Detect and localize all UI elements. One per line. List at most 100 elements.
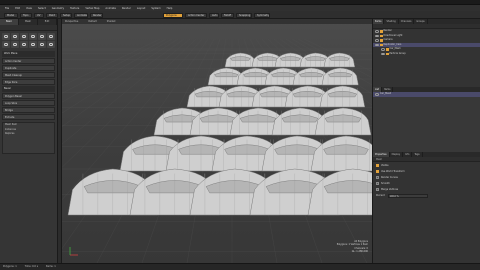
visibility-eye-icon[interactable]	[375, 30, 379, 33]
menu-item-vertex-map[interactable]: Vertex Map	[82, 7, 102, 10]
tree-row[interactable]: Particle Group	[373, 52, 480, 57]
property-checkbox[interactable]	[376, 170, 379, 173]
tool-button[interactable]	[38, 33, 46, 40]
menu-item-edit[interactable]: Edit	[12, 7, 23, 10]
left-panel-list[interactable]: Mesh Item Instances Replicas	[2, 122, 55, 154]
toolbar-button-render[interactable]: Render	[90, 12, 103, 18]
tool-icon	[40, 42, 44, 47]
tool-icon	[4, 42, 8, 47]
left-panel-tabs: Basic Mesh Edit	[0, 19, 57, 25]
visibility-eye-icon[interactable]	[375, 93, 379, 96]
tool-button[interactable]	[29, 41, 37, 48]
tab-shading[interactable]: Shading	[384, 19, 399, 24]
toolbar-button-model[interactable]: Model	[4, 12, 18, 18]
property-checkbox[interactable]	[376, 176, 379, 179]
car-mesh-instance[interactable]	[321, 67, 359, 86]
toolbar-button-paint[interactable]: Paint	[46, 12, 58, 18]
car-mesh-instance[interactable]	[314, 107, 372, 136]
toolbar-button-uv[interactable]: UV	[34, 12, 44, 18]
menu-item-file[interactable]: File	[2, 7, 12, 10]
toolbar-button-polygons[interactable]: Polygons	[163, 12, 183, 18]
item-color-swatch	[380, 39, 383, 42]
visibility-eye-icon[interactable]	[375, 43, 379, 46]
toolbar-button-auto[interactable]: Auto	[209, 12, 219, 18]
tool-rows: Work Plane Action Center Duplicate Mesh Cle…	[0, 51, 57, 120]
tool-row-loop-slice[interactable]: Loop Slice	[2, 100, 55, 106]
tab-mesh[interactable]: Mesh	[19, 19, 38, 25]
tool-button[interactable]	[11, 41, 19, 48]
tab-groups[interactable]: Groups	[414, 19, 428, 24]
list-item[interactable]: Replicas	[3, 132, 54, 137]
viewport-header-item[interactable]: Perspective	[65, 20, 78, 23]
tab-basic[interactable]: Basic	[0, 19, 19, 25]
tool-button[interactable]	[2, 41, 10, 48]
toolbar-button-symmetry[interactable]: Symmetry	[254, 12, 270, 18]
toolbar-button-animate[interactable]: Animate	[74, 12, 88, 18]
property-checkbox[interactable]	[376, 182, 379, 185]
visibility-eye-icon[interactable]	[375, 34, 379, 37]
tool-row-polygon-bevel[interactable]: Polygon Bevel	[2, 93, 55, 99]
viewport-scene[interactable]	[62, 19, 372, 263]
tab-edit[interactable]: Edit	[38, 19, 57, 25]
car-mesh-instance[interactable]	[310, 135, 372, 172]
tool-row-duplicate[interactable]: Duplicate	[2, 65, 55, 71]
percent-field[interactable]: 100.0 %	[387, 193, 428, 198]
tool-button[interactable]	[47, 33, 55, 40]
menu-item-animate[interactable]: Animate	[102, 7, 118, 10]
visibility-eye-icon[interactable]	[375, 39, 379, 42]
properties-header: Mesh	[373, 157, 480, 162]
property-row: Visible	[376, 163, 477, 168]
menu-item-layout[interactable]: Layout	[134, 7, 149, 10]
prop-tab-tags[interactable]: Tags	[412, 152, 423, 157]
tool-row-bridge[interactable]: Bridge	[2, 107, 55, 113]
3d-viewport[interactable]: Perspective Default Shaded All Polygons Pol…	[62, 19, 372, 263]
property-label: Render Curves	[381, 176, 398, 179]
menu-item-texture[interactable]: Texture	[67, 7, 82, 10]
tab-items[interactable]: Items	[373, 19, 385, 24]
toolbar-button-topo[interactable]: Topo	[20, 12, 32, 18]
tool-row-work-plane[interactable]: Work Plane	[2, 51, 55, 57]
tool-button[interactable]	[20, 41, 28, 48]
menu-item-geometry[interactable]: Geometry	[49, 7, 67, 10]
menu-item-view[interactable]: View	[23, 7, 35, 10]
tool-button[interactable]	[29, 33, 37, 40]
menu-item-system[interactable]: System	[148, 7, 163, 10]
tool-row-bevel[interactable]: Bevel	[2, 86, 55, 92]
visibility-eye-icon[interactable]	[381, 52, 385, 55]
toolbar-button-snapping[interactable]: Snapping	[236, 12, 252, 18]
tool-button[interactable]	[47, 41, 55, 48]
item-color-swatch	[380, 34, 383, 37]
car-mesh-instance[interactable]	[319, 85, 366, 108]
tool-row-extrude[interactable]: Extrude	[2, 114, 55, 120]
visibility-eye-icon[interactable]	[381, 48, 385, 51]
menu-item-select[interactable]: Select	[35, 7, 49, 10]
tool-icon	[13, 34, 17, 39]
car-mesh-instance[interactable]	[224, 52, 257, 68]
menu-item-render[interactable]: Render	[119, 7, 134, 10]
tool-button[interactable]	[2, 33, 10, 40]
tool-button[interactable]	[11, 33, 19, 40]
viewport-header-item[interactable]: Default	[88, 20, 96, 23]
toolbar-button-setup[interactable]: Setup	[60, 12, 72, 18]
prop-tab-display[interactable]: Display	[390, 152, 404, 157]
toolbar-button-action-center[interactable]: Action Center	[185, 12, 207, 18]
tab-channels[interactable]: Channels	[399, 19, 415, 24]
property-row: Merge Vertices	[376, 187, 477, 192]
tool-row-edge-slice[interactable]: Edge Slice	[2, 79, 55, 85]
tool-row-mesh-cleanup[interactable]: Mesh Cleanup	[2, 72, 55, 78]
tool-icon	[31, 42, 35, 47]
viewport-header-item[interactable]: Shaded	[107, 20, 116, 23]
toolbar-button-falloff[interactable]: Falloff	[221, 12, 234, 18]
left-tool-panel: Basic Mesh Edit Work Plane Action Center Dup…	[0, 19, 58, 263]
tool-row-action-center[interactable]: Action Center	[2, 58, 55, 64]
menu-item-help[interactable]: Help	[164, 7, 176, 10]
property-checkbox[interactable]	[376, 188, 379, 191]
tool-button[interactable]	[20, 33, 28, 40]
item-color-swatch	[386, 52, 389, 55]
sub-list-label: Car_Mesh	[380, 92, 392, 95]
tool-button[interactable]	[38, 41, 46, 48]
property-checkbox[interactable]	[376, 164, 379, 167]
property-row: Smooth	[376, 181, 477, 186]
sub-list-row[interactable]: Car_Mesh	[373, 92, 480, 97]
prop-tab-info[interactable]: Info	[403, 152, 413, 157]
